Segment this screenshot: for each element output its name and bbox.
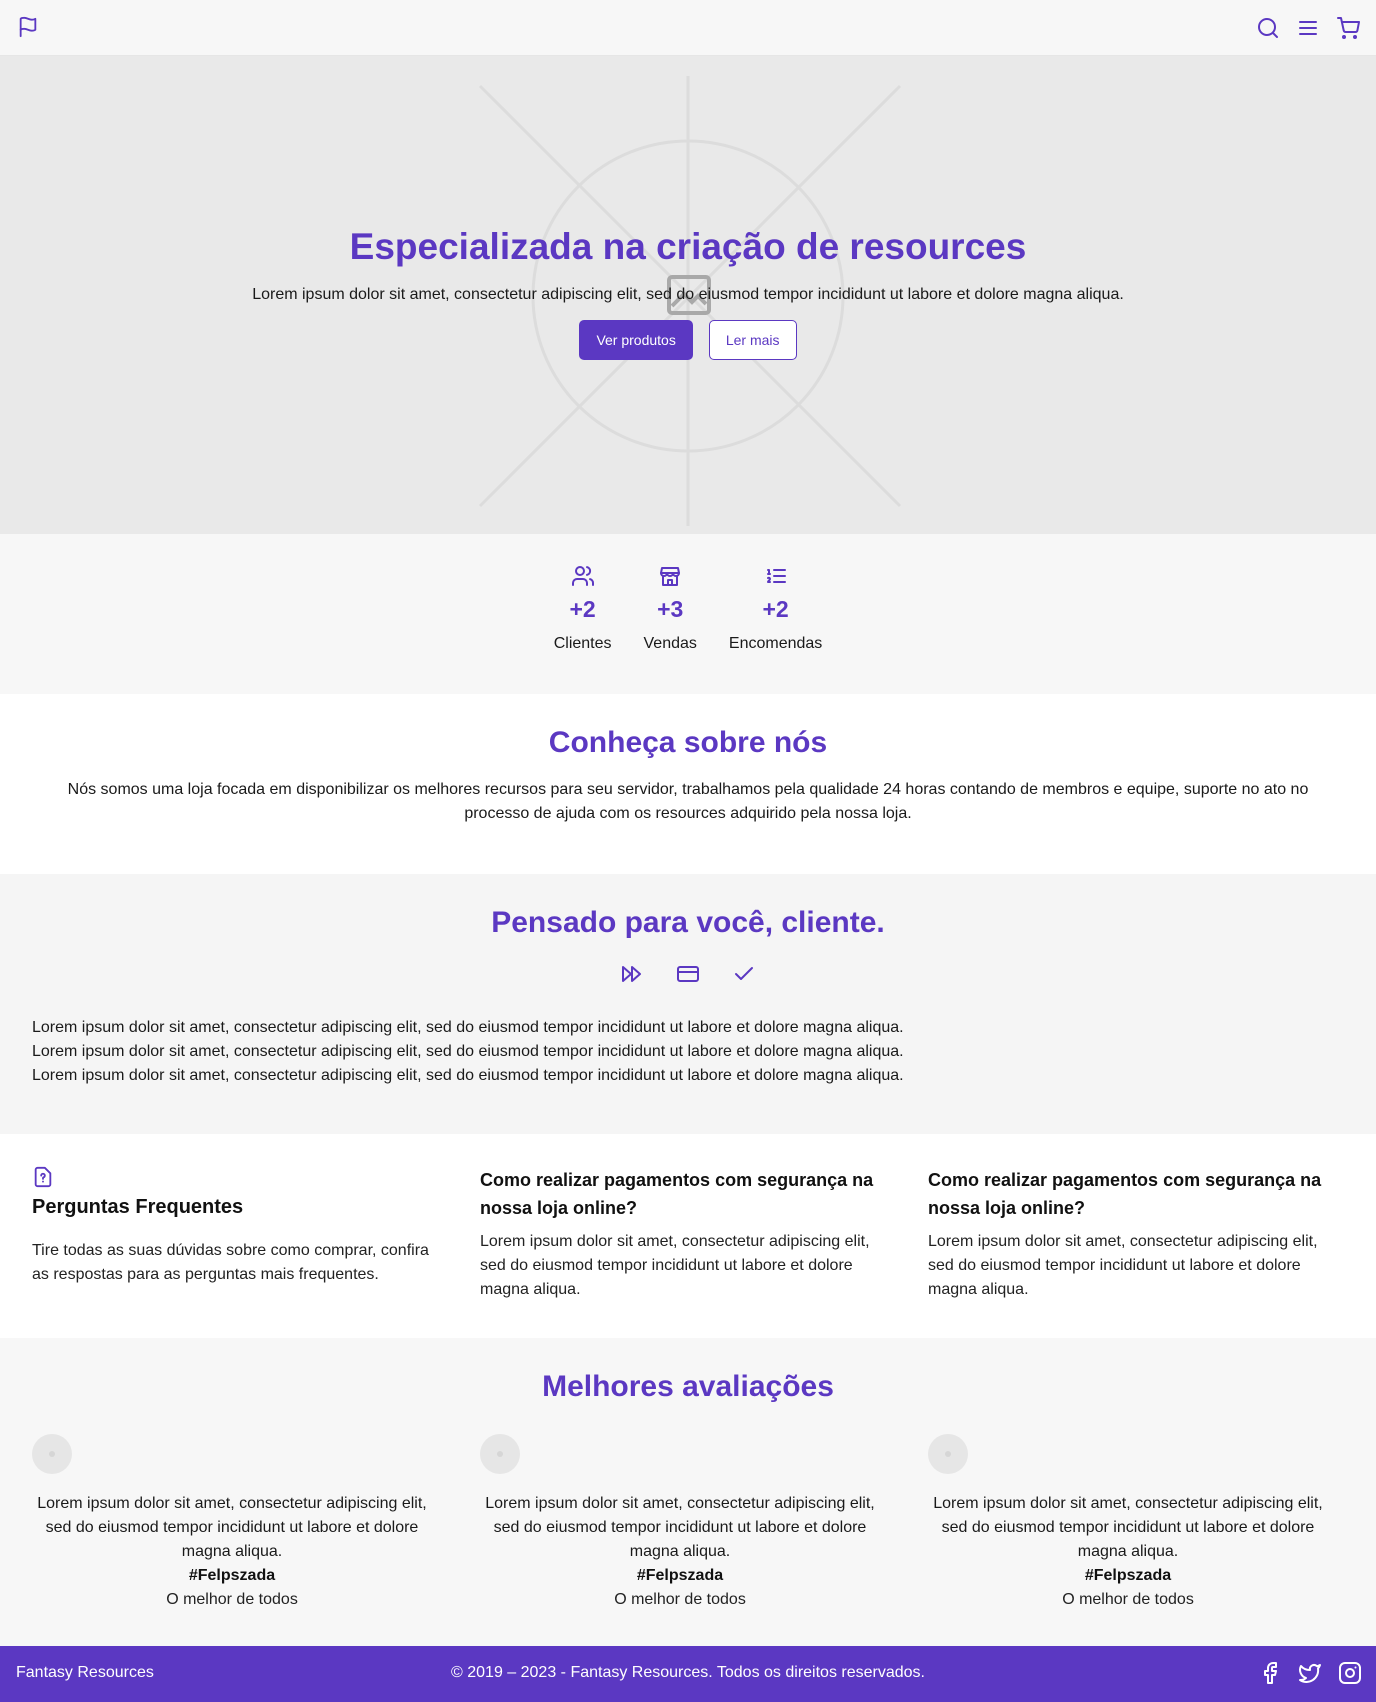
- features-text: Lorem ipsum dolor sit amet, consectetur …: [32, 1016, 1344, 1088]
- footer-copyright: © 2019 – 2023 - Fantasy Resources. Todos…: [451, 1664, 925, 1681]
- store-icon: [658, 564, 682, 588]
- faq-item: Como realizar pagamentos com segurança n…: [480, 1166, 880, 1338]
- review-text: Lorem ipsum dolor sit amet, consectetur …: [37, 1495, 427, 1560]
- faq-question: Como realizar pagamentos com segurança n…: [928, 1170, 1322, 1218]
- hero-title: Especializada na criação de resources: [349, 226, 1027, 267]
- review-handle: #Felpszada: [188, 1567, 276, 1584]
- stat-label: Encomendas: [728, 635, 823, 652]
- stat-label: Clientes: [553, 635, 612, 652]
- hero-content: Especializada na criação de resources Lo…: [0, 226, 1376, 360]
- reviews-title: Melhores avaliações: [542, 1370, 834, 1403]
- faq-intro: Perguntas Frequentes Tire todas as suas …: [32, 1166, 432, 1338]
- features-section: Pensado para você, cliente. Lorem ipsum …: [0, 874, 1376, 1134]
- stat-vendas: +3 Vendas: [644, 564, 697, 694]
- stat-value: +2: [762, 596, 789, 622]
- stat-encomendas: +2 Encomendas: [729, 564, 822, 694]
- review-handle: #Felpszada: [1084, 1567, 1172, 1584]
- check-icon: [732, 962, 756, 986]
- social-links: [1258, 1661, 1362, 1685]
- review-card: Lorem ipsum dolor sit amet, consectetur …: [928, 1434, 1328, 1612]
- fast-forward-icon: [620, 962, 644, 986]
- stats-section: +2 Clientes +3 Vendas +2 Encomendas: [0, 534, 1376, 694]
- faq-item: Como realizar pagamentos com segurança n…: [928, 1166, 1328, 1338]
- twitter-icon[interactable]: [1298, 1661, 1322, 1685]
- review-card: Lorem ipsum dolor sit amet, consectetur …: [32, 1434, 432, 1612]
- hero-buttons: Ver produtos Ler mais: [0, 320, 1376, 360]
- list-ordered-icon: [764, 564, 788, 588]
- faq-question: Como realizar pagamentos com segurança n…: [480, 1170, 874, 1218]
- faq-section: Perguntas Frequentes Tire todas as suas …: [0, 1134, 1376, 1338]
- cart-icon[interactable]: [1336, 16, 1360, 40]
- features-title: Pensado para você, cliente.: [491, 906, 885, 939]
- reviews-section: Melhores avaliações Lorem ipsum dolor si…: [0, 1338, 1376, 1646]
- about-text: Nós somos uma loja focada em disponibili…: [67, 781, 1309, 822]
- avatar: [928, 1434, 968, 1474]
- about-title: Conheça sobre nós: [548, 726, 828, 759]
- menu-icon[interactable]: [1296, 16, 1320, 40]
- stat-value: +3: [657, 596, 684, 622]
- review-role: O melhor de todos: [1062, 1591, 1194, 1608]
- features-line: Lorem ipsum dolor sit amet, consectetur …: [32, 1043, 904, 1060]
- faq-answer: Lorem ipsum dolor sit amet, consectetur …: [480, 1233, 870, 1298]
- review-text: Lorem ipsum dolor sit amet, consectetur …: [485, 1495, 875, 1560]
- ver-produtos-button[interactable]: Ver produtos: [579, 320, 693, 360]
- features-icons: [32, 962, 1344, 986]
- review-text: Lorem ipsum dolor sit amet, consectetur …: [933, 1495, 1323, 1560]
- review-handle: #Felpszada: [636, 1567, 724, 1584]
- footer: Fantasy Resources © 2019 – 2023 - Fantas…: [0, 1646, 1376, 1702]
- review-role: O melhor de todos: [166, 1591, 298, 1608]
- faq-description: Tire todas as suas dúvidas sobre como co…: [32, 1242, 429, 1283]
- stat-clientes: +2 Clientes: [554, 564, 612, 694]
- review-card: Lorem ipsum dolor sit amet, consectetur …: [480, 1434, 880, 1612]
- features-line: Lorem ipsum dolor sit amet, consectetur …: [32, 1019, 904, 1036]
- search-icon[interactable]: [1256, 16, 1280, 40]
- instagram-icon[interactable]: [1338, 1661, 1362, 1685]
- reviews-list: Lorem ipsum dolor sit amet, consectetur …: [32, 1434, 1344, 1612]
- file-question-icon: [32, 1166, 432, 1188]
- stat-label: Vendas: [643, 635, 697, 652]
- review-role: O melhor de todos: [614, 1591, 746, 1608]
- faq-title: Perguntas Frequentes: [32, 1196, 244, 1218]
- features-line: Lorem ipsum dolor sit amet, consectetur …: [32, 1067, 904, 1084]
- avatar: [32, 1434, 72, 1474]
- navbar: [0, 0, 1376, 56]
- facebook-icon[interactable]: [1258, 1661, 1282, 1685]
- hero-section: Especializada na criação de resources Lo…: [0, 56, 1376, 534]
- avatar: [480, 1434, 520, 1474]
- nav-actions: [1256, 16, 1360, 40]
- ler-mais-button[interactable]: Ler mais: [708, 320, 797, 360]
- stat-value: +2: [569, 596, 596, 622]
- hero-subtitle: Lorem ipsum dolor sit amet, consectetur …: [252, 286, 1124, 303]
- flag-icon[interactable]: [17, 16, 39, 38]
- credit-card-icon: [676, 962, 700, 986]
- about-section: Conheça sobre nós Nós somos uma loja foc…: [0, 694, 1376, 874]
- faq-answer: Lorem ipsum dolor sit amet, consectetur …: [928, 1233, 1318, 1298]
- users-icon: [571, 564, 595, 588]
